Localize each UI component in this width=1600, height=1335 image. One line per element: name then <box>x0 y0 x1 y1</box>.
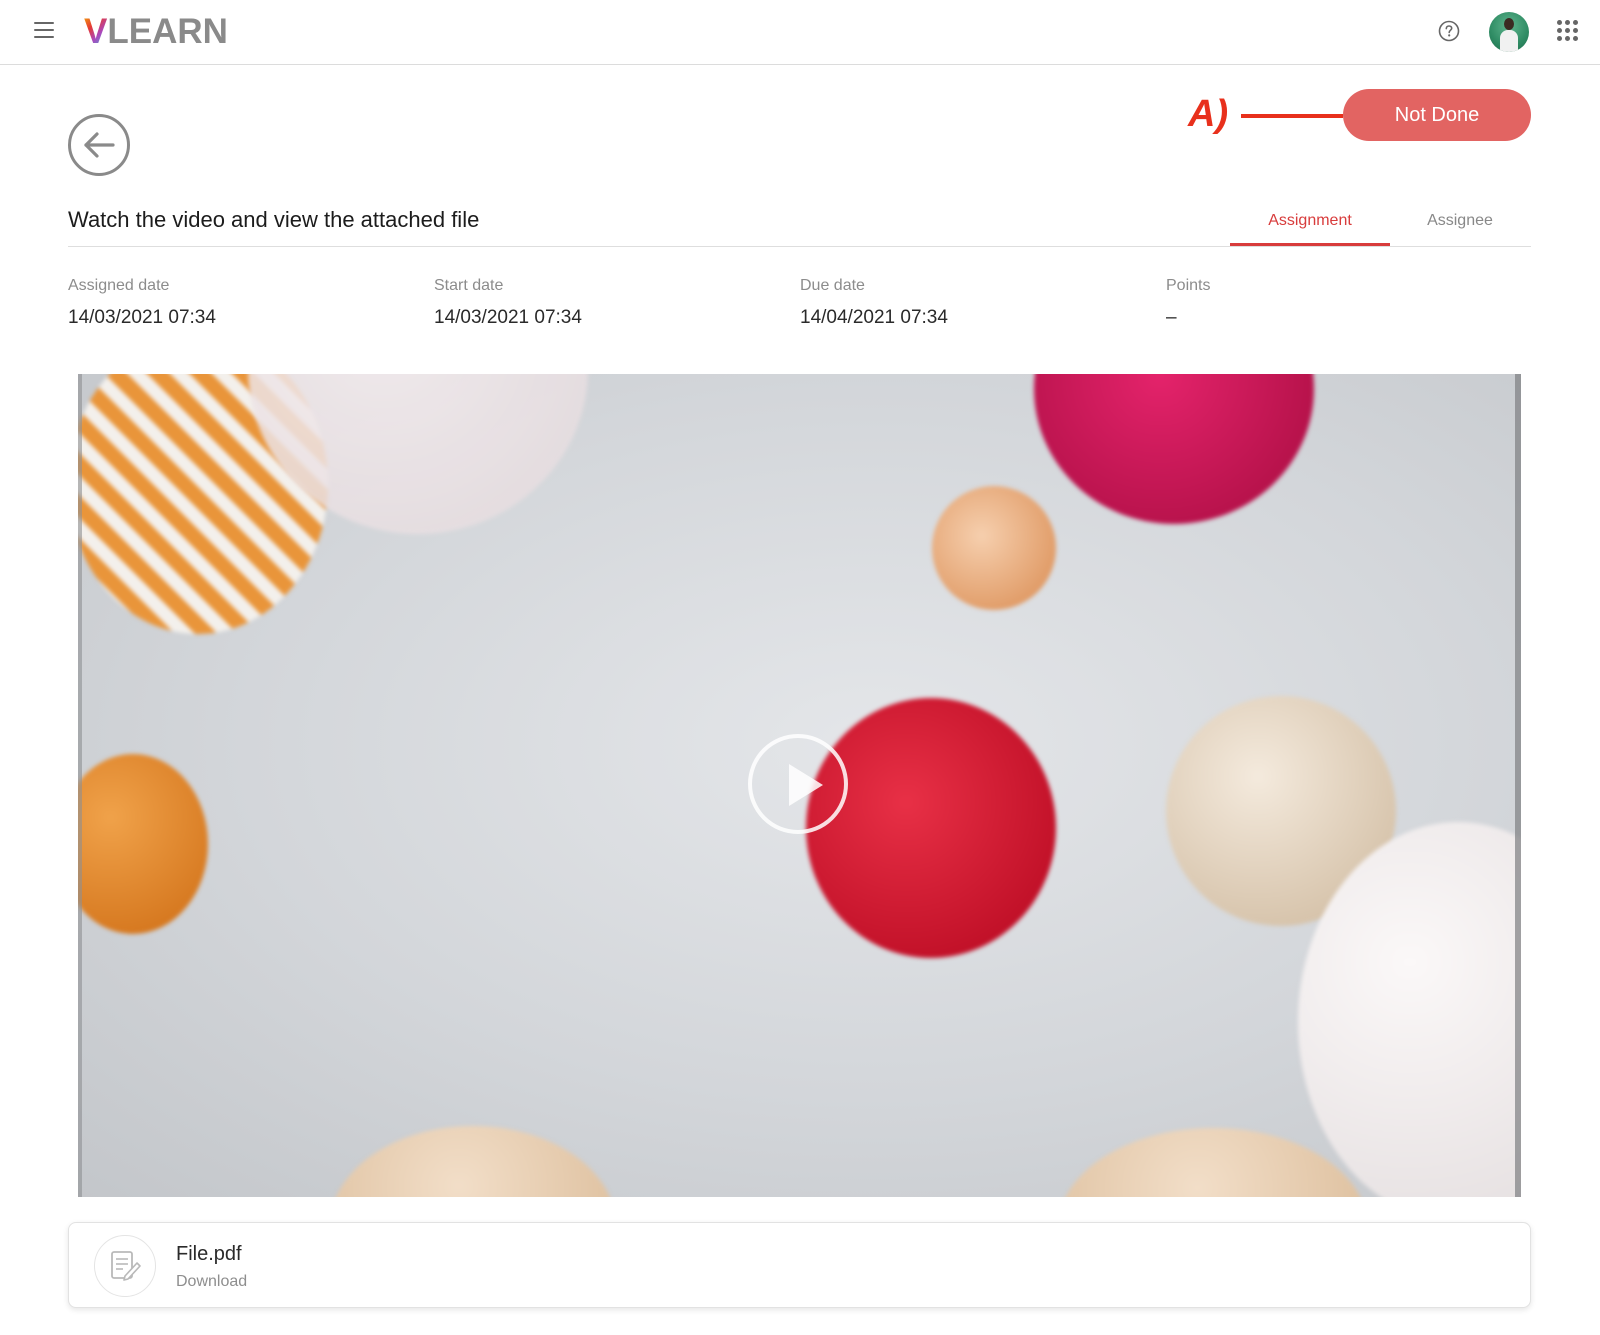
meta-start-date: Start date 14/03/2021 07:34 <box>434 277 582 329</box>
play-icon[interactable] <box>748 734 848 834</box>
meta-value: 14/03/2021 07:34 <box>68 307 216 328</box>
meta-assigned-date: Assigned date 14/03/2021 07:34 <box>68 277 216 329</box>
video-frame-edge <box>68 374 78 1197</box>
meta-value: 14/03/2021 07:34 <box>434 307 582 328</box>
active-tab-indicator <box>1230 243 1390 246</box>
meta-label: Due date <box>800 277 865 294</box>
tab-assignee[interactable]: Assignee <box>1390 212 1530 230</box>
video-player[interactable] <box>68 374 1531 1197</box>
video-poster-sphere <box>1034 374 1314 524</box>
annotation-pointer-line <box>1241 114 1343 118</box>
video-frame-edge <box>78 374 82 1197</box>
help-icon[interactable] <box>1438 20 1460 42</box>
logo-mark: V <box>84 12 108 51</box>
meta-label: Points <box>1166 277 1211 294</box>
document-edit-icon <box>94 1235 156 1297</box>
meta-due-date: Due date 14/04/2021 07:34 <box>800 277 948 329</box>
video-poster-sphere <box>330 1126 616 1197</box>
attachment-file-name: File.pdf <box>176 1243 242 1265</box>
video-poster-sphere <box>932 486 1056 610</box>
apps-grid-icon[interactable] <box>1557 20 1579 42</box>
meta-value: 14/04/2021 07:34 <box>800 307 948 328</box>
tab-assignment[interactable]: Assignment <box>1230 212 1390 230</box>
attachment-download-link[interactable]: Download <box>176 1273 247 1291</box>
meta-value: – <box>1166 307 1177 328</box>
top-app-bar: VLEARN <box>0 0 1600 65</box>
video-frame-edge <box>1521 374 1531 1197</box>
status-not-done-button[interactable]: Not Done <box>1343 89 1531 141</box>
back-button[interactable] <box>68 114 130 176</box>
arrow-left-icon <box>84 132 115 158</box>
annotation-label: A) <box>1188 93 1229 135</box>
menu-icon[interactable] <box>34 22 54 38</box>
logo-text: LEARN <box>107 12 228 51</box>
video-poster-sphere <box>1058 1128 1368 1197</box>
meta-points: Points – <box>1166 277 1210 329</box>
attachment-card[interactable]: File.pdf Download <box>68 1222 1531 1308</box>
video-poster-sphere <box>806 698 1056 958</box>
meta-label: Start date <box>434 277 504 294</box>
tabs-divider <box>68 246 1531 247</box>
app-logo[interactable]: VLEARN <box>84 12 228 52</box>
avatar[interactable] <box>1489 12 1529 52</box>
meta-label: Assigned date <box>68 277 170 294</box>
page-title: Watch the video and view the attached fi… <box>68 207 480 232</box>
video-poster-sphere <box>68 754 208 934</box>
